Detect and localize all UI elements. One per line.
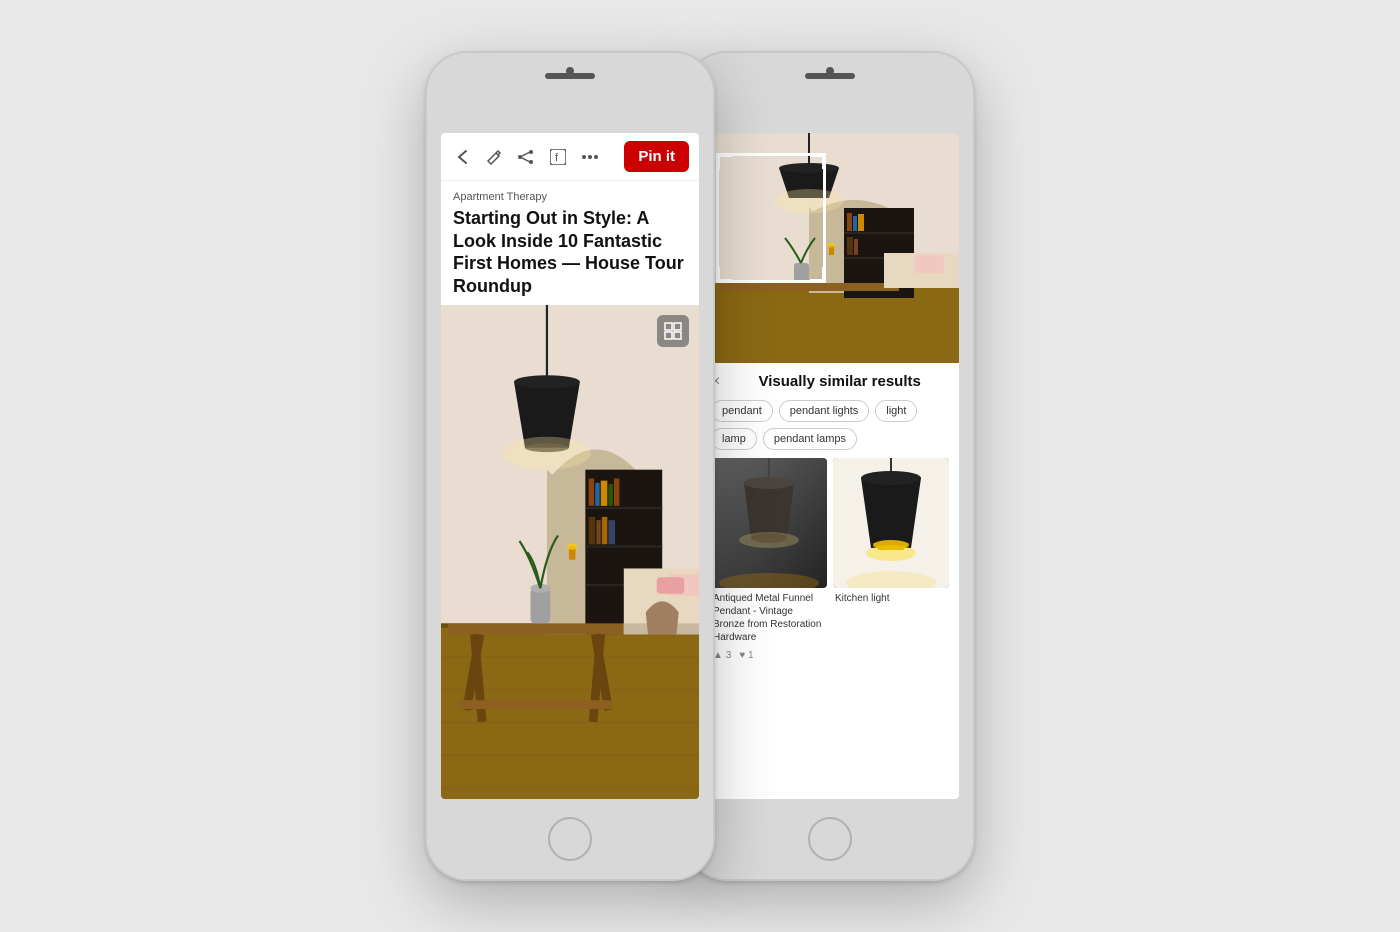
result-card-left-title: Antiqued Metal Funnel Pendant - Vintage …	[711, 588, 827, 648]
corner-tr	[810, 153, 826, 169]
results-grid: Antiqued Metal Funnel Pendant - Vintage …	[711, 458, 949, 663]
speaker-left	[545, 73, 595, 79]
result-image-left	[711, 458, 827, 588]
result-card-right-title: Kitchen light	[833, 588, 949, 609]
article-source: Apartment Therapy	[453, 191, 687, 203]
article-header: Apartment Therapy Starting Out in Style:…	[441, 181, 699, 305]
result-image-right	[833, 458, 949, 588]
corner-br	[810, 267, 826, 283]
right-phone: × Visually similar results pendant penda…	[685, 51, 975, 881]
right-screen: × Visually similar results pendant penda…	[701, 133, 959, 799]
room-image	[441, 305, 699, 799]
tag-light[interactable]: light	[875, 400, 917, 422]
tag-lamp[interactable]: lamp	[711, 428, 757, 450]
left-screen: f Pin it Apartment Therapy Starting Out …	[441, 133, 699, 799]
svg-text:f: f	[555, 152, 559, 164]
result-card-right[interactable]: Kitchen light	[833, 458, 949, 663]
speaker-right	[805, 73, 855, 79]
result-card-left[interactable]: Antiqued Metal Funnel Pendant - Vintage …	[711, 458, 827, 663]
visual-search-button[interactable]	[657, 315, 689, 347]
similar-results-title: Visually similar results	[730, 373, 949, 390]
similar-results-header: × Visually similar results	[711, 373, 949, 390]
corner-bl	[716, 267, 732, 283]
repin-count-left: ▲ 3	[713, 650, 731, 661]
corner-tl	[716, 153, 732, 169]
phones-container: f Pin it Apartment Therapy Starting Out …	[425, 51, 975, 881]
similar-results-section: × Visually similar results pendant penda…	[701, 363, 959, 669]
toolbar: f Pin it	[441, 133, 699, 181]
home-button-right[interactable]	[808, 817, 852, 861]
selection-box	[716, 153, 826, 283]
heart-count-left: ♥ 1	[739, 650, 753, 661]
tags-row: pendant pendant lights light lamp pendan…	[711, 400, 949, 450]
article-title: Starting Out in Style: A Look Inside 10 …	[453, 207, 687, 297]
facebook-button[interactable]: f	[547, 146, 569, 168]
edit-button[interactable]	[483, 146, 505, 168]
tag-pendant[interactable]: pendant	[711, 400, 773, 422]
more-button[interactable]	[579, 146, 601, 168]
tag-pendant-lamps[interactable]: pendant lamps	[763, 428, 857, 450]
tag-pendant-lights[interactable]: pendant lights	[779, 400, 870, 422]
share-button[interactable]	[515, 146, 537, 168]
home-button-left[interactable]	[548, 817, 592, 861]
back-button[interactable]	[451, 146, 473, 168]
result-card-left-meta: ▲ 3 ♥ 1	[711, 648, 827, 663]
right-image-area	[701, 133, 959, 363]
left-phone: f Pin it Apartment Therapy Starting Out …	[425, 51, 715, 881]
pin-it-button[interactable]: Pin it	[624, 141, 689, 172]
article-image	[441, 305, 699, 799]
